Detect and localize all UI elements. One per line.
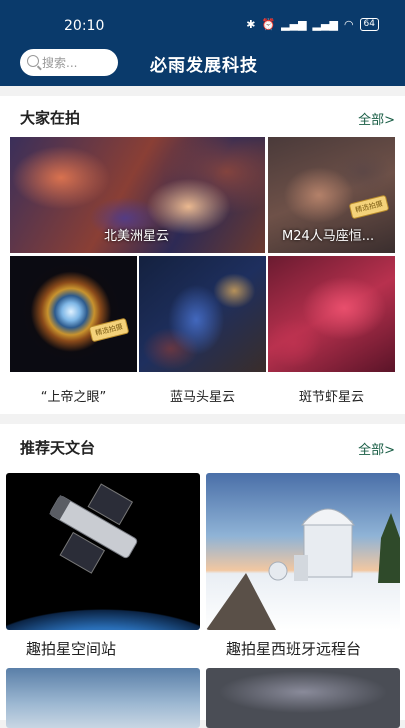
- observatory-item-label: 趣拍星空间站: [26, 640, 117, 658]
- gallery-item-label: 蓝马头星云: [169, 390, 235, 405]
- gallery-item-m24[interactable]: 精选拍摄 M24人马座恒...: [268, 137, 395, 253]
- app-header: 搜索... 必雨发展科技: [0, 40, 405, 86]
- gallery-item-blue-horsehead[interactable]: [139, 256, 266, 372]
- section-title: 推荐天文台: [20, 439, 96, 457]
- gallery-item-label: “上帝之眼”: [40, 390, 107, 405]
- gallery-item-label: 北美洲星云: [104, 229, 170, 244]
- gallery-item-helix-nebula[interactable]: 精选拍摄: [10, 256, 137, 372]
- featured-badge: 精选拍摄: [88, 317, 130, 343]
- status-time: 20:10: [64, 18, 105, 34]
- gallery-item-north-america-nebula[interactable]: 北美洲星云: [10, 137, 265, 253]
- observatory-section: 推荐天文台 全部> 趣拍星空间站 趣拍星西班牙远程台: [0, 424, 405, 728]
- observatory-item-spain-remote[interactable]: [206, 473, 400, 630]
- gallery-item-label: M24人马座恒...: [282, 229, 375, 244]
- gallery-section: 大家在拍 全部> 北美洲星云 精选拍摄 M24人马座恒... 精选拍摄 “上帝之…: [0, 96, 405, 414]
- bluetooth-icon: ✱: [246, 18, 256, 31]
- status-bar: 20:10 ✱ ⏰ ▂▄▆ ▂▄▆ ◠ 64: [0, 0, 405, 40]
- observatory-item-next-2[interactable]: [206, 668, 400, 728]
- search-icon: [27, 55, 39, 67]
- section-title: 大家在拍: [20, 109, 81, 127]
- battery-icon: 64: [359, 18, 379, 31]
- page-title: 必雨发展科技: [150, 56, 258, 76]
- gallery-item-prawn-nebula[interactable]: [268, 256, 395, 372]
- observatory-item-space-station[interactable]: [6, 473, 200, 630]
- gallery-more-link[interactable]: 全部>: [358, 109, 395, 128]
- status-icons: ✱ ⏰ ▂▄▆ ▂▄▆ ◠ 64: [246, 18, 379, 31]
- signal-icon-2: ▂▄▆: [312, 18, 338, 31]
- search-input[interactable]: 搜索...: [20, 49, 118, 76]
- observatory-more-link[interactable]: 全部>: [358, 439, 395, 458]
- telescope-illustration: [49, 483, 138, 574]
- signal-icon: ▂▄▆: [281, 18, 307, 31]
- alarm-icon: ⏰: [261, 18, 276, 31]
- observatory-item-label: 趣拍星西班牙远程台: [226, 640, 362, 658]
- wifi-icon: ◠: [343, 18, 354, 31]
- observatory-item-next[interactable]: [6, 668, 200, 728]
- gallery-item-label: 斑节虾星云: [298, 390, 364, 405]
- featured-badge: 精选拍摄: [348, 194, 390, 220]
- search-placeholder: 搜索...: [42, 56, 78, 70]
- observatory-dome-illustration: [206, 508, 400, 630]
